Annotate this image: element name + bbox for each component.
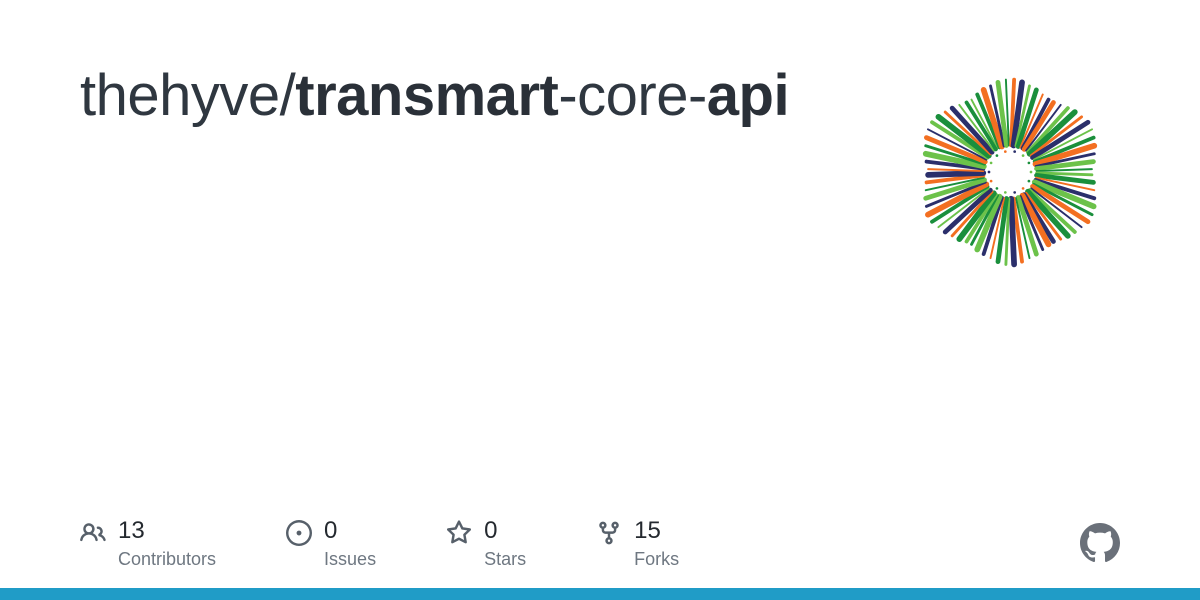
stat-text: 0Stars [484, 516, 526, 571]
header-row: thehyve/transmart-core-api [80, 62, 1120, 282]
repo-slash: / [280, 63, 296, 128]
star-icon [446, 520, 472, 546]
issue-icon [286, 520, 312, 546]
github-mark [1080, 523, 1120, 563]
org-logo [900, 62, 1120, 282]
people-icon [80, 520, 106, 546]
github-icon [1080, 523, 1120, 563]
fork-icon [596, 520, 622, 546]
repo-name: transmart-core-api [295, 63, 789, 128]
stats-row: 13Contributors0Issues0Stars15Forks [80, 516, 1120, 571]
accent-bar [0, 588, 1200, 600]
stat-label: Contributors [118, 548, 216, 571]
stat-label: Stars [484, 548, 526, 571]
stat-label: Issues [324, 548, 376, 571]
stat-contributors: 13Contributors [80, 516, 216, 571]
repo-owner: thehyve [80, 63, 280, 128]
stat-issues: 0Issues [286, 516, 376, 571]
repo-social-card: thehyve/transmart-core-api 13Contributor… [0, 0, 1200, 600]
stat-text: 15Forks [634, 516, 679, 571]
stat-forks: 15Forks [596, 516, 679, 571]
stat-text: 13Contributors [118, 516, 216, 571]
stat-label: Forks [634, 548, 679, 571]
stat-value: 0 [324, 516, 376, 546]
stat-value: 13 [118, 516, 216, 546]
stat-value: 0 [484, 516, 526, 546]
stat-value: 15 [634, 516, 679, 546]
repo-title: thehyve/transmart-core-api [80, 62, 789, 130]
stats-group: 13Contributors0Issues0Stars15Forks [80, 516, 679, 571]
stat-text: 0Issues [324, 516, 376, 571]
stat-stars: 0Stars [446, 516, 526, 571]
hexagonal-starburst-icon [905, 67, 1115, 277]
